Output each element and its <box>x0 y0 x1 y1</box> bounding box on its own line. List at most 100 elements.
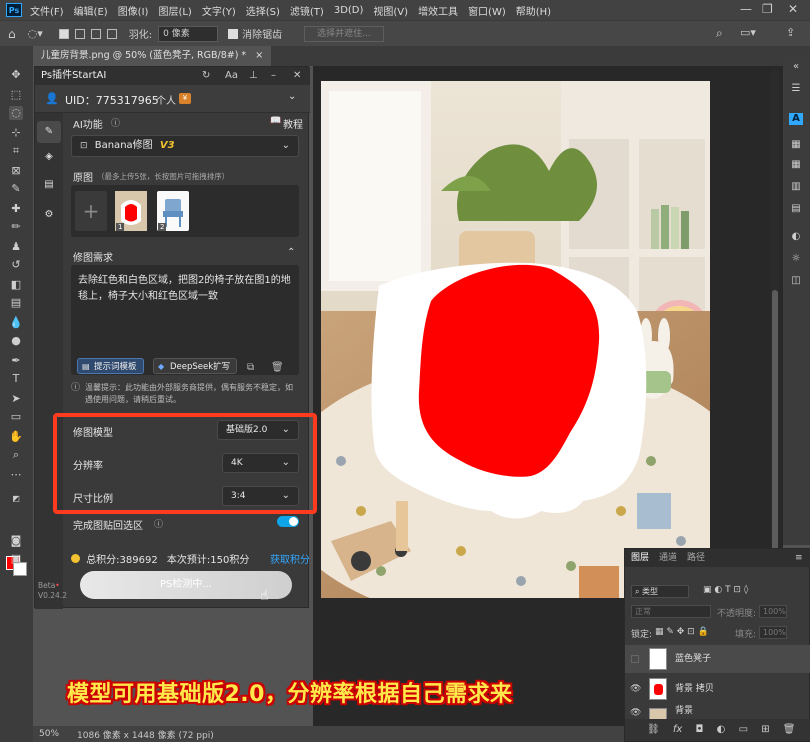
info-icon[interactable]: ⓘ <box>154 517 163 530</box>
refresh-icon[interactable]: ↻ <box>202 67 210 85</box>
menu-help[interactable]: 帮助(H) <box>516 3 551 18</box>
image-thumb-2[interactable]: 2 <box>157 191 189 231</box>
lasso-tool-active-icon[interactable]: ◌ <box>9 106 23 120</box>
image-thumb-1[interactable]: 1 <box>115 191 147 231</box>
eye-icon[interactable]: 👁 <box>630 705 641 719</box>
menu-filter[interactable]: 滤镜(T) <box>290 3 324 18</box>
subtract-selection-icon[interactable] <box>90 28 101 39</box>
zoom-tool-icon[interactable]: ⌕ <box>9 448 23 462</box>
filter-icons[interactable]: ▣ ◐ T ⊡ ◊ <box>703 585 748 595</box>
font-size-icon[interactable]: Aa <box>225 67 238 85</box>
move-tool-icon[interactable]: ✥ <box>9 68 23 82</box>
menu-file[interactable]: 文件(F) <box>30 3 64 18</box>
more-tools-icon[interactable]: ⋯ <box>9 468 23 482</box>
close-window-icon[interactable]: ✕ <box>788 2 798 16</box>
add-selection-icon[interactable] <box>74 28 85 39</box>
clone-stamp-tool-icon[interactable]: ♟ <box>9 240 23 254</box>
layer-row[interactable]: 👁 背景 <box>625 705 810 719</box>
eyedropper-tool-icon[interactable]: ✎ <box>9 182 23 196</box>
ai-model-dropdown[interactable]: ⊡ Banana修图 V3 ⌄ <box>71 135 299 157</box>
crop-tool-icon[interactable]: ⌗ <box>9 144 23 158</box>
deepseek-expand-button[interactable]: ◆ DeepSeek扩写 <box>153 358 238 374</box>
eye-icon[interactable]: 👁 <box>630 675 641 703</box>
canvas-image[interactable] <box>321 81 710 598</box>
tutorial-icon[interactable]: 📖 <box>270 116 281 126</box>
collapse-panels-icon[interactable]: « <box>789 61 803 73</box>
blend-mode-dropdown[interactable]: 正常 <box>631 605 711 618</box>
feather-input[interactable]: 0 像素 <box>158 25 219 42</box>
lasso-tool-icon[interactable]: ◌▾ <box>28 27 43 40</box>
new-layer-icon[interactable]: ⊞ <box>761 724 769 735</box>
adjustments-icon[interactable]: ◐ <box>789 231 803 243</box>
new-selection-icon[interactable] <box>58 28 69 39</box>
opacity-input[interactable]: 100% <box>759 605 787 618</box>
add-image-button[interactable]: + <box>75 191 107 231</box>
paste-back-toggle[interactable] <box>277 516 299 527</box>
quick-mask-icon[interactable]: ◙ <box>9 534 23 548</box>
type-tool-icon[interactable]: T <box>9 372 23 386</box>
requirement-collapse-icon[interactable]: ⌃ <box>287 247 295 258</box>
canvas-scrollbar-thumb[interactable] <box>772 290 778 590</box>
user-menu-chevron-icon[interactable]: ⌄ <box>288 91 296 102</box>
layers-menu-icon[interactable]: ≡ <box>795 549 803 567</box>
properties-icon[interactable]: ☰ <box>789 83 803 95</box>
marquee-tool-icon[interactable]: ⬚ <box>9 88 23 102</box>
swatches-icon[interactable]: ▦ <box>789 159 803 171</box>
tab-channels[interactable]: 通道 <box>659 549 677 567</box>
menu-select[interactable]: 选择(S) <box>246 3 280 18</box>
document-tab[interactable]: 儿童房背景.png @ 50% (蓝色凳子, RGB/8#) * × <box>33 46 272 66</box>
kind-filter-dropdown[interactable]: ⌕ 类型 <box>631 585 689 598</box>
gradients-icon[interactable]: ▥ <box>789 181 803 193</box>
path-select-tool-icon[interactable]: ➤ <box>9 392 23 406</box>
styles-icon[interactable]: ☼ <box>789 253 803 265</box>
home-icon[interactable]: ⌂ <box>8 27 16 41</box>
pen-tool-icon[interactable]: ✒ <box>9 354 23 368</box>
tutorial-link[interactable]: 教程 <box>283 116 303 131</box>
menu-type[interactable]: 文字(Y) <box>202 3 236 18</box>
menu-image[interactable]: 图像(I) <box>118 3 149 18</box>
tab-paths[interactable]: 路径 <box>687 549 705 567</box>
history-prompt-icon[interactable]: ⧉ <box>247 360 254 376</box>
settings-icon[interactable]: ⚙ <box>43 209 55 221</box>
info-icon[interactable]: ⓘ <box>111 116 120 129</box>
layer-row[interactable]: 蓝色凳子 <box>625 645 810 673</box>
fx-icon[interactable]: fx <box>673 724 682 735</box>
quick-select-tool-icon[interactable]: ⊹ <box>9 126 23 140</box>
healing-brush-tool-icon[interactable]: ✚ <box>9 202 23 216</box>
channels-icon[interactable]: ◫ <box>789 275 803 287</box>
group-icon[interactable]: ▭ <box>739 724 748 735</box>
rectangle-tool-icon[interactable]: ▭ <box>9 410 23 424</box>
requirement-textarea[interactable]: 去除红色和白色区域，把图2的椅子放在图1的地毯上，椅子大小和红色区域一致 ▤ 提… <box>71 265 299 375</box>
share-icon[interactable]: ⇪ <box>786 26 795 39</box>
patterns-icon[interactable]: ▤ <box>789 203 803 215</box>
close-tab-icon[interactable]: × <box>255 50 263 61</box>
menu-window[interactable]: 窗口(W) <box>468 3 506 18</box>
default-colors-icon[interactable]: ◩ <box>9 492 23 506</box>
brush-tool-icon[interactable]: ✏ <box>9 220 23 234</box>
history-brush-tool-icon[interactable]: ↺ <box>9 258 23 272</box>
lock-icons[interactable]: ▦ ✎ ✥ ⊡ 🔒 <box>655 627 709 637</box>
tab-layers[interactable]: 图层 <box>631 549 649 567</box>
delete-layer-icon[interactable]: 🗑 <box>783 724 796 735</box>
menu-layer[interactable]: 图层(L) <box>158 3 191 18</box>
edit-mode-icon[interactable]: ✎ <box>37 121 61 143</box>
blur-tool-icon[interactable]: 💧 <box>9 316 23 330</box>
collapse-icon[interactable]: – <box>271 67 276 85</box>
eraser-tool-icon[interactable]: ◧ <box>9 278 23 292</box>
fill-input[interactable]: 100% <box>759 626 787 639</box>
menu-plugins[interactable]: 增效工具 <box>418 3 458 18</box>
frame-tool-icon[interactable]: ⊠ <box>9 164 23 178</box>
zoom-level[interactable]: 50% <box>39 729 59 739</box>
search-icon[interactable]: ⌕ <box>716 26 723 41</box>
menu-view[interactable]: 视图(V) <box>373 3 408 18</box>
layers-mode-icon[interactable]: ◈ <box>43 151 55 163</box>
restore-icon[interactable]: ❐ <box>762 2 773 16</box>
close-panel-icon[interactable]: ✕ <box>293 67 301 85</box>
trash-icon[interactable]: 🗑 <box>271 360 284 376</box>
hand-tool-icon[interactable]: ✋ <box>9 430 23 444</box>
libraries-icon[interactable]: ▦ <box>789 139 803 151</box>
menu-3d[interactable]: 3D(D) <box>334 5 364 16</box>
intersect-selection-icon[interactable] <box>106 28 117 39</box>
mask-icon[interactable]: ◘ <box>696 724 704 735</box>
gradient-tool-icon[interactable]: ▤ <box>9 296 23 310</box>
